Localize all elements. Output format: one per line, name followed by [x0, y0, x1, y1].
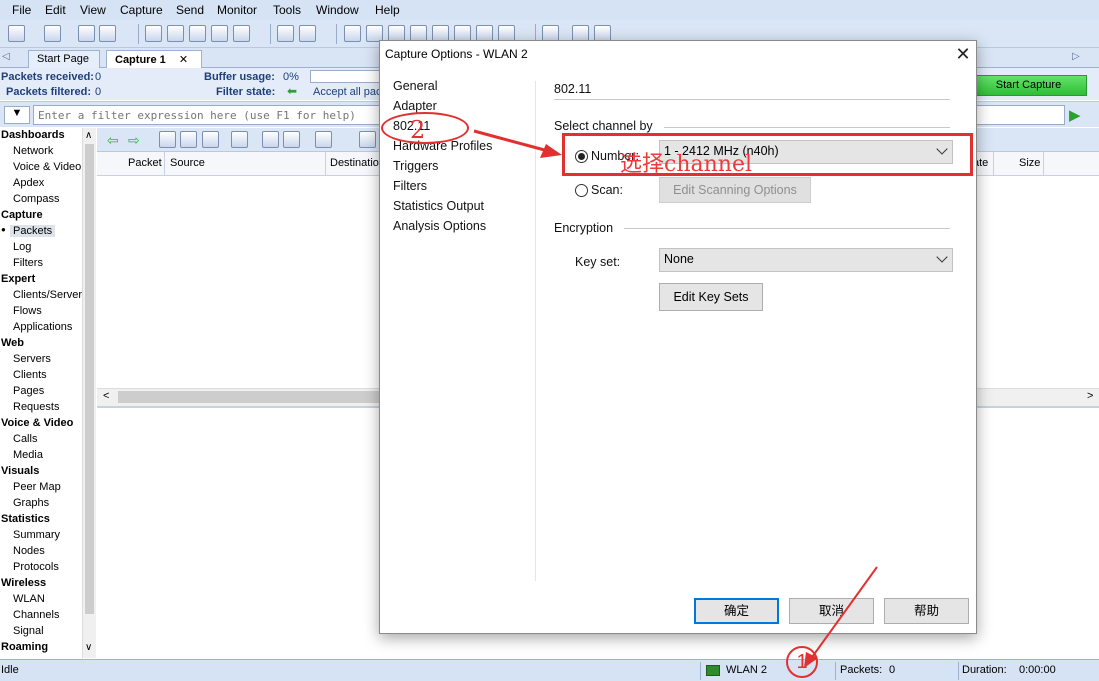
annotation-arrows	[473, 129, 878, 668]
annotation-arrowhead	[804, 652, 818, 668]
annotation-arrowhead	[540, 144, 562, 158]
annotation-arrow-line	[809, 566, 878, 661]
annotation-arrow-line	[473, 129, 553, 154]
